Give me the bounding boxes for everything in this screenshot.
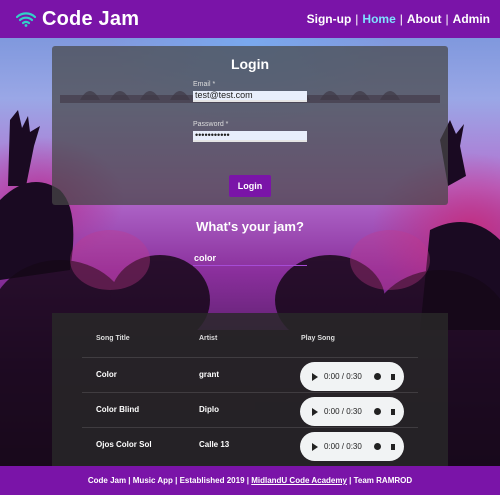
login-button[interactable]: Login [229,175,271,197]
table-row: Ojos Color Sol Calle 13 0:00 / 0:30 [82,427,418,462]
volume-icon[interactable] [390,408,395,415]
nav-signup-link[interactable]: Sign-up [307,12,352,26]
song-title-cell: Color Blind [96,405,140,414]
audio-time: 0:00 / 0:30 [324,372,362,381]
audio-time: 0:00 / 0:30 [324,407,362,416]
artist-cell: Calle 13 [199,440,230,449]
artist-cell: grant [199,370,219,379]
table-row: Color Blind Diplo 0:00 / 0:30 [82,392,418,427]
jam-title: What's your jam? [196,219,304,234]
wifi-signal-icon [16,11,36,27]
play-icon[interactable] [312,407,318,416]
brand[interactable]: Code Jam [16,8,139,31]
audio-player[interactable]: 0:00 / 0:30 [300,397,404,426]
nav-separator: | [355,12,359,26]
song-search-input[interactable] [193,250,307,266]
play-icon[interactable] [312,442,318,451]
results-table: Song Title Artist Play Song Color grant … [52,313,448,473]
password-field[interactable] [193,131,307,142]
audio-player[interactable]: 0:00 / 0:30 [300,432,404,461]
table-row: Color grant 0:00 / 0:30 [82,357,418,392]
progress-handle[interactable] [373,373,381,380]
nav-separator: | [445,12,449,26]
column-header-artist: Artist [199,335,218,342]
footer-text-prefix: Code Jam | Music App | Established 2019 … [87,476,252,485]
nav-about-link[interactable]: About [407,12,442,26]
progress-handle[interactable] [373,443,381,450]
footer-text-suffix: | Team RAMROD [346,476,413,485]
play-icon[interactable] [312,372,318,381]
volume-icon[interactable] [390,443,395,450]
top-navbar: Code Jam Sign-up | Home | About | Admin [0,0,500,38]
progress-handle[interactable] [373,408,381,415]
song-title-cell: Ojos Color Sol [96,440,152,449]
password-label: Password * [193,121,229,128]
brand-title: Code Jam [42,7,140,30]
song-title-cell: Color [96,370,117,379]
artist-cell: Diplo [199,405,219,414]
column-header-play-song: Play Song [301,335,335,342]
volume-icon[interactable] [390,373,395,380]
audio-time: 0:00 / 0:30 [324,442,362,451]
login-title: Login [230,56,270,72]
footer-academy-link[interactable]: MidlandU Code Academy [251,476,347,485]
main-nav: Sign-up | Home | About | Admin [307,12,490,26]
email-field[interactable] [193,91,307,102]
nav-admin-link[interactable]: Admin [453,12,490,26]
footer: Code Jam | Music App | Established 2019 … [0,466,500,495]
column-header-song-title: Song Title [96,335,130,342]
nav-home-link[interactable]: Home [362,12,395,26]
nav-separator: | [399,12,403,26]
audio-player[interactable]: 0:00 / 0:30 [300,362,404,391]
email-label: Email * [193,81,216,88]
